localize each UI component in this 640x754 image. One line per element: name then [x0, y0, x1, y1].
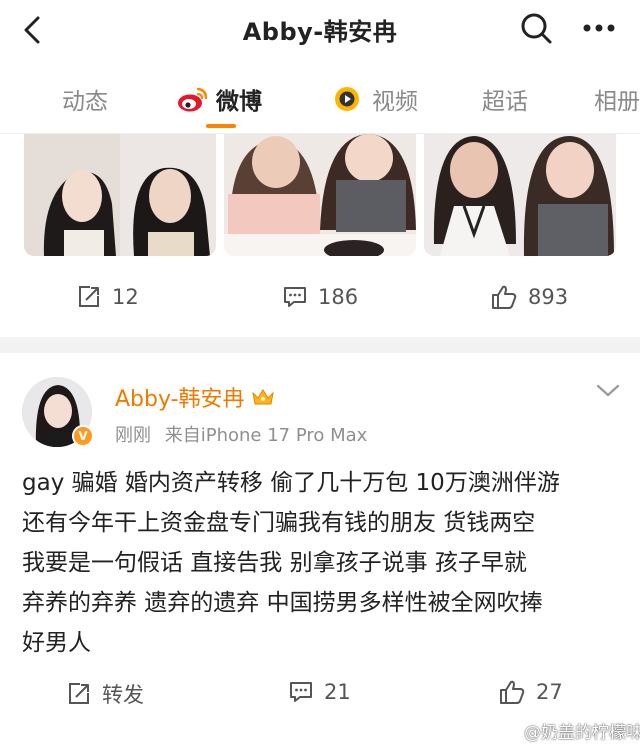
post-actions: 转发 21 27: [0, 679, 640, 719]
tab-label: 动态: [62, 89, 108, 115]
post-card: V Abby-韩安冉 刚刚 来自iPhone 17 Pro Max gay 骗婚…: [0, 353, 640, 754]
search-icon[interactable]: [516, 8, 556, 48]
repost-label: 转发: [102, 683, 144, 707]
profile-tabs: 动态 微博 视频 超话 相册: [0, 62, 640, 134]
tab-label: 微博: [216, 89, 262, 115]
chevron-down-icon[interactable]: [594, 381, 622, 401]
weibo-logo-icon: [178, 87, 208, 112]
more-dots-icon[interactable]: [576, 8, 622, 48]
post-text-line: gay 骗婚 婚内资产转移 偷了几十万包 10万澳洲伴游: [22, 470, 560, 496]
tab-album[interactable]: 相册: [594, 82, 640, 116]
tab-label: 视频: [372, 89, 418, 115]
post-photo[interactable]: [224, 134, 416, 256]
video-play-icon: [335, 87, 359, 111]
repost-button[interactable]: 转发: [66, 679, 144, 709]
verified-badge-icon: V: [72, 425, 94, 447]
top-bar: Abby-韩安冉: [0, 0, 640, 62]
weibo-logo-icon: [498, 722, 519, 740]
comment-button[interactable]: 21: [288, 679, 351, 705]
like-button[interactable]: 27: [498, 679, 563, 705]
tab-video[interactable]: 视频: [332, 82, 418, 116]
comment-icon: [290, 682, 312, 702]
like-count: 893: [528, 285, 569, 309]
active-tab-indicator: [206, 124, 236, 128]
post-photo[interactable]: [24, 134, 216, 256]
comment-icon: [284, 287, 306, 307]
post-text-line: 还有今年干上资金盘专门骗我有钱的朋友 货钱两空: [22, 510, 536, 536]
repost-icon: [79, 286, 99, 307]
like-count: 27: [536, 680, 563, 704]
comment-count: 21: [324, 680, 351, 704]
feed-divider: [0, 337, 640, 353]
post-text-line: 好男人: [22, 630, 91, 656]
tab-label: 相册: [594, 89, 640, 115]
post-body: gay 骗婚 婚内资产转移 偷了几十万包 10万澳洲伴游 还有今年干上资金盘专门…: [22, 463, 622, 663]
repost-button[interactable]: 12: [76, 284, 139, 310]
thumbs-up-icon: [500, 680, 525, 704]
author-name: Abby-韩安冉: [115, 387, 245, 412]
tab-super-topic[interactable]: 超话: [482, 82, 528, 116]
post-photo[interactable]: [424, 134, 616, 256]
comment-count: 186: [318, 285, 359, 309]
thumbs-up-icon: [492, 285, 517, 309]
post-source: 来自iPhone 17 Pro Max: [164, 425, 368, 446]
watermark: @奶盖的柠檬味: [498, 718, 640, 743]
post-actions: 12 186 893: [0, 284, 640, 324]
tab-dynamic[interactable]: 动态: [62, 82, 108, 116]
tab-weibo[interactable]: 微博: [176, 82, 262, 116]
post-text-line: 弃养的弃养 遗弃的遗弃 中国捞男多样性被全网吹捧: [22, 590, 543, 616]
post-text-line: 我要是一句假话 直接告我 别拿孩子说事 孩子早就: [22, 550, 527, 576]
repost-icon: [69, 683, 89, 704]
post-time: 刚刚: [115, 425, 151, 446]
watermark-text: @奶盖的柠檬味: [524, 723, 640, 743]
author-name-row[interactable]: Abby-韩安冉: [115, 381, 275, 413]
comment-button[interactable]: 186: [282, 284, 358, 310]
like-button[interactable]: 893: [490, 284, 568, 310]
tab-label: 超话: [482, 89, 528, 115]
repost-count: 12: [112, 285, 139, 309]
post-meta: 刚刚 来自iPhone 17 Pro Max: [115, 421, 375, 447]
crown-icon: [251, 389, 274, 405]
post-card: 12 186 893: [0, 134, 640, 337]
